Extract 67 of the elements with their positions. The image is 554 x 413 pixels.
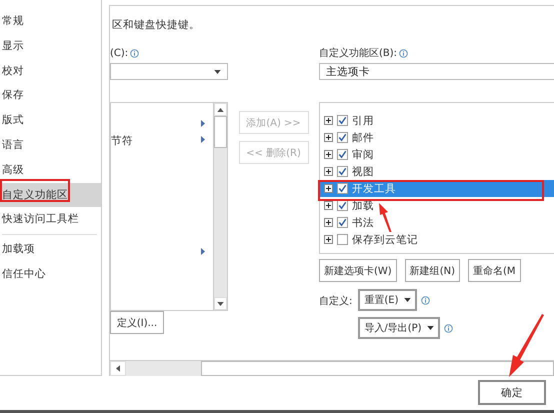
highlight-outline [0, 179, 70, 202]
horizontal-scrollbar[interactable] [110, 360, 554, 376]
expand-icon[interactable] [324, 235, 333, 244]
annotation-arrow [508, 314, 544, 378]
sidebar-item[interactable]: 语言 [0, 132, 101, 158]
scroll-up-icon[interactable] [217, 108, 224, 112]
sidebar-item[interactable]: 常规 [0, 9, 101, 34]
ribbon-tab-item[interactable]: 邮件 [320, 129, 554, 146]
info-icon [420, 296, 430, 304]
customize-label: 自定义: [319, 294, 352, 309]
checkbox[interactable] [337, 115, 348, 126]
checkbox[interactable] [337, 200, 348, 211]
scroll-thumb[interactable] [214, 116, 227, 148]
intro-text: 区和键盘快捷键。 [111, 18, 201, 33]
submenu-arrow-icon [201, 120, 205, 126]
ribbon-tab-item[interactable]: 保存到云笔记 [320, 231, 554, 248]
commands-label: (C): [110, 48, 128, 58]
commands-list[interactable]: 节符 [110, 102, 228, 311]
checkbox[interactable] [337, 149, 348, 160]
expand-icon[interactable] [324, 150, 333, 159]
scroll-left-icon[interactable] [116, 365, 120, 372]
checkbox[interactable] [337, 217, 348, 228]
ribbon-tab-item[interactable]: 视图 [320, 163, 554, 180]
expand-icon[interactable] [324, 167, 333, 176]
import-export-button[interactable]: 导入/导出(P) [358, 317, 440, 339]
caret-icon [426, 326, 434, 330]
checkbox[interactable] [337, 234, 348, 245]
caret-icon [404, 298, 410, 302]
ribbon-dropdown[interactable]: 主选项卡 [319, 63, 554, 80]
ribbon-tab-item[interactable]: 加载 [320, 197, 554, 214]
ribbon-action-button[interactable]: 新建选项卡(W) [319, 259, 397, 282]
ok-button[interactable]: 确定 [478, 380, 546, 405]
expand-icon[interactable] [324, 201, 333, 210]
annotation-arrow [378, 202, 392, 232]
sidebar-item[interactable]: 信任中心 [0, 262, 101, 287]
sidebar-item[interactable]: 版式 [0, 108, 101, 133]
checkbox[interactable] [337, 132, 348, 143]
expand-icon[interactable] [324, 184, 333, 193]
ribbon-tab-item[interactable]: 引用 [320, 112, 554, 129]
checkbox[interactable] [337, 183, 348, 194]
sidebar-item[interactable]: 校对 [0, 58, 101, 84]
sidebar-item[interactable]: 快速访问工具栏 [0, 207, 101, 232]
command-item[interactable]: 节符 [111, 134, 133, 148]
ribbon-label: 自定义功能区(B): [319, 46, 398, 60]
ribbon-tab-item[interactable]: 审阅 [320, 146, 554, 163]
expand-icon[interactable] [324, 218, 333, 227]
scroll-down-icon[interactable] [217, 302, 224, 306]
reset-button[interactable]: 重置(E) [358, 289, 416, 311]
submenu-arrow-icon [201, 248, 205, 254]
submenu-arrow-icon [201, 136, 205, 142]
expand-icon[interactable] [324, 116, 333, 125]
info-icon [130, 48, 140, 58]
info-icon [399, 48, 408, 58]
vertical-scrollbar[interactable] [213, 103, 227, 310]
ribbon-tab-item[interactable]: 书法 [320, 214, 554, 231]
customize-button[interactable]: 定义(I)... [110, 311, 164, 334]
info-icon [444, 324, 453, 332]
sidebar-item[interactable]: 自定义功能区 [0, 182, 101, 208]
expand-icon[interactable] [324, 133, 333, 142]
caret-icon [214, 70, 221, 74]
checkbox[interactable] [337, 166, 348, 177]
sidebar-item[interactable]: 保存 [0, 83, 101, 108]
ribbon-action-button[interactable]: 重命名(M [468, 259, 521, 282]
sidebar-item[interactable]: 显示 [0, 34, 101, 59]
ribbon-action-button[interactable]: 新建组(N) [404, 259, 460, 282]
sidebar-item[interactable]: 加载项 [0, 237, 101, 262]
sidebar-item[interactable]: 高级 [0, 158, 101, 183]
